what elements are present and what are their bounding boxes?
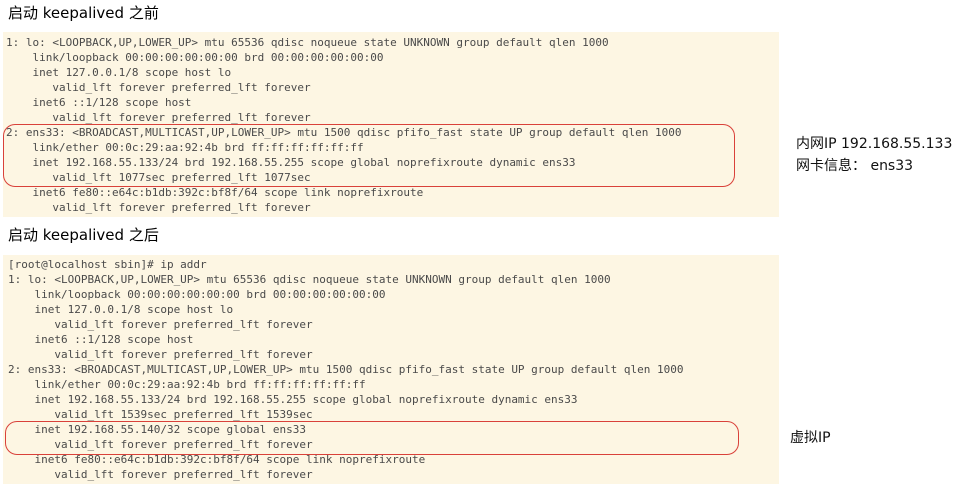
terminal-line: inet 127.0.0.1/8 scope host lo: [8, 303, 234, 316]
annotation-internal-ip: 内网IP 192.168.55.133: [796, 136, 953, 152]
terminal-line: inet6 ::1/128 scope host: [8, 333, 194, 346]
terminal-line: link/ether 00:0c:29:aa:92:4b brd ff:ff:f…: [8, 378, 366, 391]
terminal-line: valid_lft forever preferred_lft forever: [6, 81, 311, 94]
terminal-line: 1: lo: <LOOPBACK,UP,LOWER_UP> mtu 65536 …: [8, 273, 611, 286]
terminal-line: inet6 fe80::e64c:b1db:392c:bf8f/64 scope…: [6, 186, 424, 199]
terminal-line: valid_lft forever preferred_lft forever: [8, 318, 313, 331]
terminal-line: link/loopback 00:00:00:00:00:00 brd 00:0…: [6, 51, 384, 64]
terminal-line: 1: lo: <LOOPBACK,UP,LOWER_UP> mtu 65536 …: [6, 36, 609, 49]
annotation-nic-info: 网卡信息： ens33: [796, 158, 914, 174]
annotation-virtual-ip: 虚拟IP: [790, 430, 831, 446]
terminal-line: inet 127.0.0.1/8 scope host lo: [6, 66, 232, 79]
terminal-line: valid_lft forever preferred_lft forever: [8, 468, 313, 481]
terminal-line: inet 192.168.55.133/24 brd 192.168.55.25…: [8, 393, 578, 406]
terminal-line: 2: ens33: <BROADCAST,MULTICAST,UP,LOWER_…: [8, 363, 684, 376]
terminal-line: valid_lft forever preferred_lft forever: [6, 201, 311, 214]
terminal-line: inet6 ::1/128 scope host: [6, 96, 192, 109]
terminal-line: valid_lft 1539sec preferred_lft 1539sec: [8, 408, 313, 421]
terminal-line: [root@localhost sbin]# ip addr: [8, 258, 207, 271]
heading-before: 启动 keepalived 之前: [8, 4, 159, 22]
highlight-box-virtual-ip: [5, 421, 739, 455]
terminal-line: valid_lft forever preferred_lft forever: [8, 348, 313, 361]
highlight-box-ens33: [3, 124, 735, 187]
terminal-line: link/loopback 00:00:00:00:00:00 brd 00:0…: [8, 288, 386, 301]
terminal-line: valid_lft forever preferred_lft forever: [6, 111, 311, 124]
heading-after: 启动 keepalived 之后: [8, 226, 159, 244]
